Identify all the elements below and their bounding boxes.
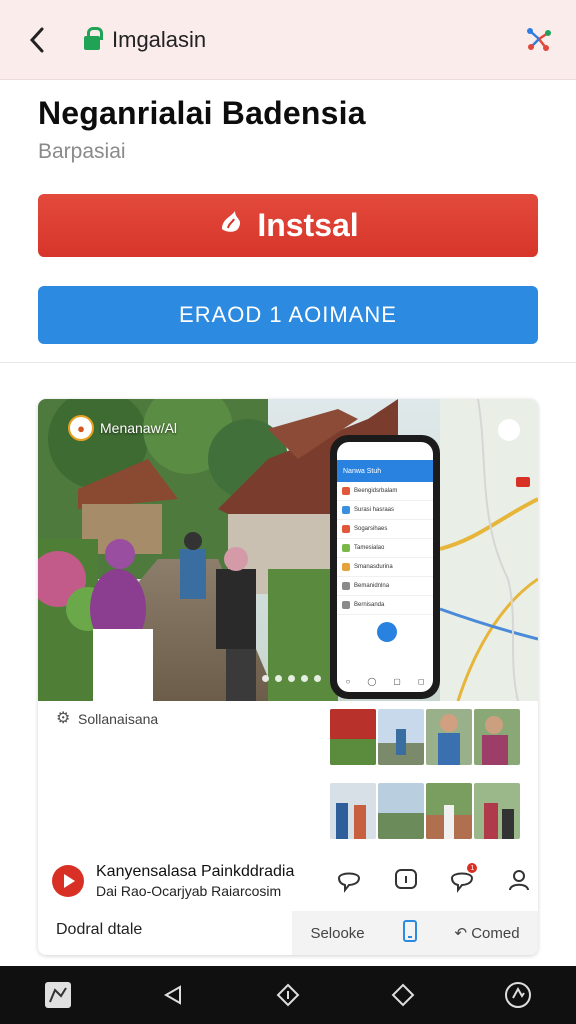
thumbnail[interactable] (426, 709, 472, 765)
phone-list: Beengidsrbalam Surasi hasraas Sogarsihaes T… (337, 482, 433, 615)
carousel-dot[interactable] (262, 675, 269, 682)
home-icon[interactable] (271, 978, 305, 1012)
phone-list-row: Bemanidnlna (337, 577, 433, 596)
video-title: Kanyensalasa Painkddradia (96, 863, 295, 880)
phone-row-icon (342, 544, 350, 552)
phone-row-icon (342, 506, 350, 514)
video-item[interactable]: Kanyensalasa Painkddradia Dai Rao-Ocarjy… (52, 863, 294, 899)
thumbnail[interactable] (474, 783, 520, 839)
back-nav-icon[interactable] (156, 978, 190, 1012)
notification-icon[interactable]: 1 (447, 863, 478, 895)
phone-list-row: Smanasdurina (337, 558, 433, 577)
video-text: Kanyensalasa Painkddradia Dai Rao-Ocarjy… (96, 863, 294, 899)
app-preview-card: ● Menanaw/Al Nanwa Stuh Beengidsrbalam Su… (38, 399, 538, 955)
phone-screen: Nanwa Stuh Beengidsrbalam Surasi hasraas S… (337, 442, 433, 692)
phone-nav-icon: ◻ (417, 677, 425, 686)
phone-row-icon (342, 582, 350, 590)
phone-row-label: Surasi hasraas (354, 507, 395, 513)
brand-chip[interactable]: ● Menanaw/Al (68, 415, 177, 441)
phone-mockup: Nanwa Stuh Beengidsrbalam Surasi hasraas S… (330, 435, 440, 699)
phone-header: Nanwa Stuh (337, 460, 433, 482)
address-bar[interactable]: Imgalasin (74, 20, 234, 60)
phone-nav-icon: ◯ (367, 677, 377, 686)
recent-icon[interactable] (386, 978, 420, 1012)
village-scene-image (38, 399, 538, 701)
phone-nav-icon: ○ (345, 677, 351, 686)
carousel-dots[interactable] (262, 675, 321, 682)
app-logo-icon (217, 207, 247, 245)
phone-header-text: Nanwa Stuh (343, 467, 382, 475)
thumbnail[interactable] (378, 709, 424, 765)
thumbnail[interactable] (330, 783, 376, 839)
hero-image[interactable]: ● Menanaw/Al Nanwa Stuh Beengidsrbalam Su… (38, 399, 538, 701)
carousel-dot[interactable] (288, 675, 295, 682)
phone-row-label: Bernisanda (354, 602, 385, 608)
carousel-dot[interactable] (301, 675, 308, 682)
install-button[interactable]: Instsal (38, 194, 538, 257)
footer-action-select[interactable]: Selooke (310, 925, 364, 942)
notification-badge: 1 (467, 863, 478, 873)
secondary-button[interactable]: ERAOD 1 AOIMANE (38, 286, 538, 344)
phone-list-row: Surasi hasraas (337, 501, 433, 520)
phone-list-row: Sogarsihaes (337, 520, 433, 539)
share-menu-icon[interactable] (524, 24, 554, 54)
thumbnail[interactable] (330, 709, 376, 765)
footer-actions: Selooke ↶ Comed (292, 911, 538, 955)
page-subtitle: Barpasiai (38, 140, 126, 163)
phone-row-icon (342, 563, 350, 571)
action-icons: 1 (334, 863, 534, 895)
assistant-icon[interactable] (501, 978, 535, 1012)
gear-icon: ⚙ (56, 710, 71, 727)
carousel-dot[interactable] (314, 675, 321, 682)
footer-action-comment[interactable]: ↶ Comed (454, 924, 519, 942)
divider (0, 362, 576, 363)
footer-label: Dodral dtale (56, 921, 143, 938)
phone-row-label: Sogarsihaes (354, 526, 388, 532)
phone-row-icon (342, 487, 350, 495)
phone-row-label: Beengidsrbalam (354, 488, 398, 494)
phone-bottom-bar: ○ ◯ ▢ ◻ (337, 677, 433, 686)
browser-toolbar: Imgalasin (0, 0, 576, 80)
play-icon[interactable] (52, 865, 84, 897)
phone-fab-button (377, 622, 397, 642)
thumbnail[interactable] (474, 709, 520, 765)
carousel-dot[interactable] (275, 675, 282, 682)
phone-icon[interactable] (402, 920, 418, 946)
comment-icon[interactable] (334, 865, 364, 895)
settings-label-text: Sollanaisana (78, 711, 159, 727)
phone-list-row: Tamesialao (337, 539, 433, 558)
lock-icon (84, 27, 103, 50)
phone-list-row: Beengidsrbalam (337, 482, 433, 501)
phone-row-label: Tamesialao (354, 545, 385, 551)
phone-list-row: Bernisanda (337, 596, 433, 615)
reply-icon: ↶ (454, 925, 468, 942)
install-label: Instsal (257, 207, 359, 243)
thumbnail[interactable] (378, 783, 424, 839)
phone-row-icon (342, 525, 350, 533)
phone-row-label: Smanasdurina (354, 564, 393, 570)
video-subtitle: Dai Rao-Ocarjyab Raiarcosim (96, 883, 282, 899)
settings-label[interactable]: ⚙ Sollanaisana (56, 710, 159, 728)
app-drawer-icon[interactable] (41, 978, 75, 1012)
phone-nav-icon: ▢ (393, 677, 401, 686)
footer-action-comment-label: Comed (471, 925, 520, 942)
brand-name: Menanaw/Al (100, 420, 178, 436)
info-icon[interactable] (391, 865, 421, 895)
thumbnail[interactable] (426, 783, 472, 839)
chevron-left-icon[interactable] (22, 24, 52, 56)
system-nav-bar (0, 966, 576, 1024)
profile-icon[interactable] (504, 865, 534, 895)
phone-row-icon (342, 601, 350, 609)
page-title: Neganrialai Badensia (38, 95, 366, 131)
url-text: Imgalasin (112, 27, 207, 52)
phone-row-label: Bemanidnlna (354, 583, 390, 589)
brand-logo-icon: ● (68, 415, 94, 441)
